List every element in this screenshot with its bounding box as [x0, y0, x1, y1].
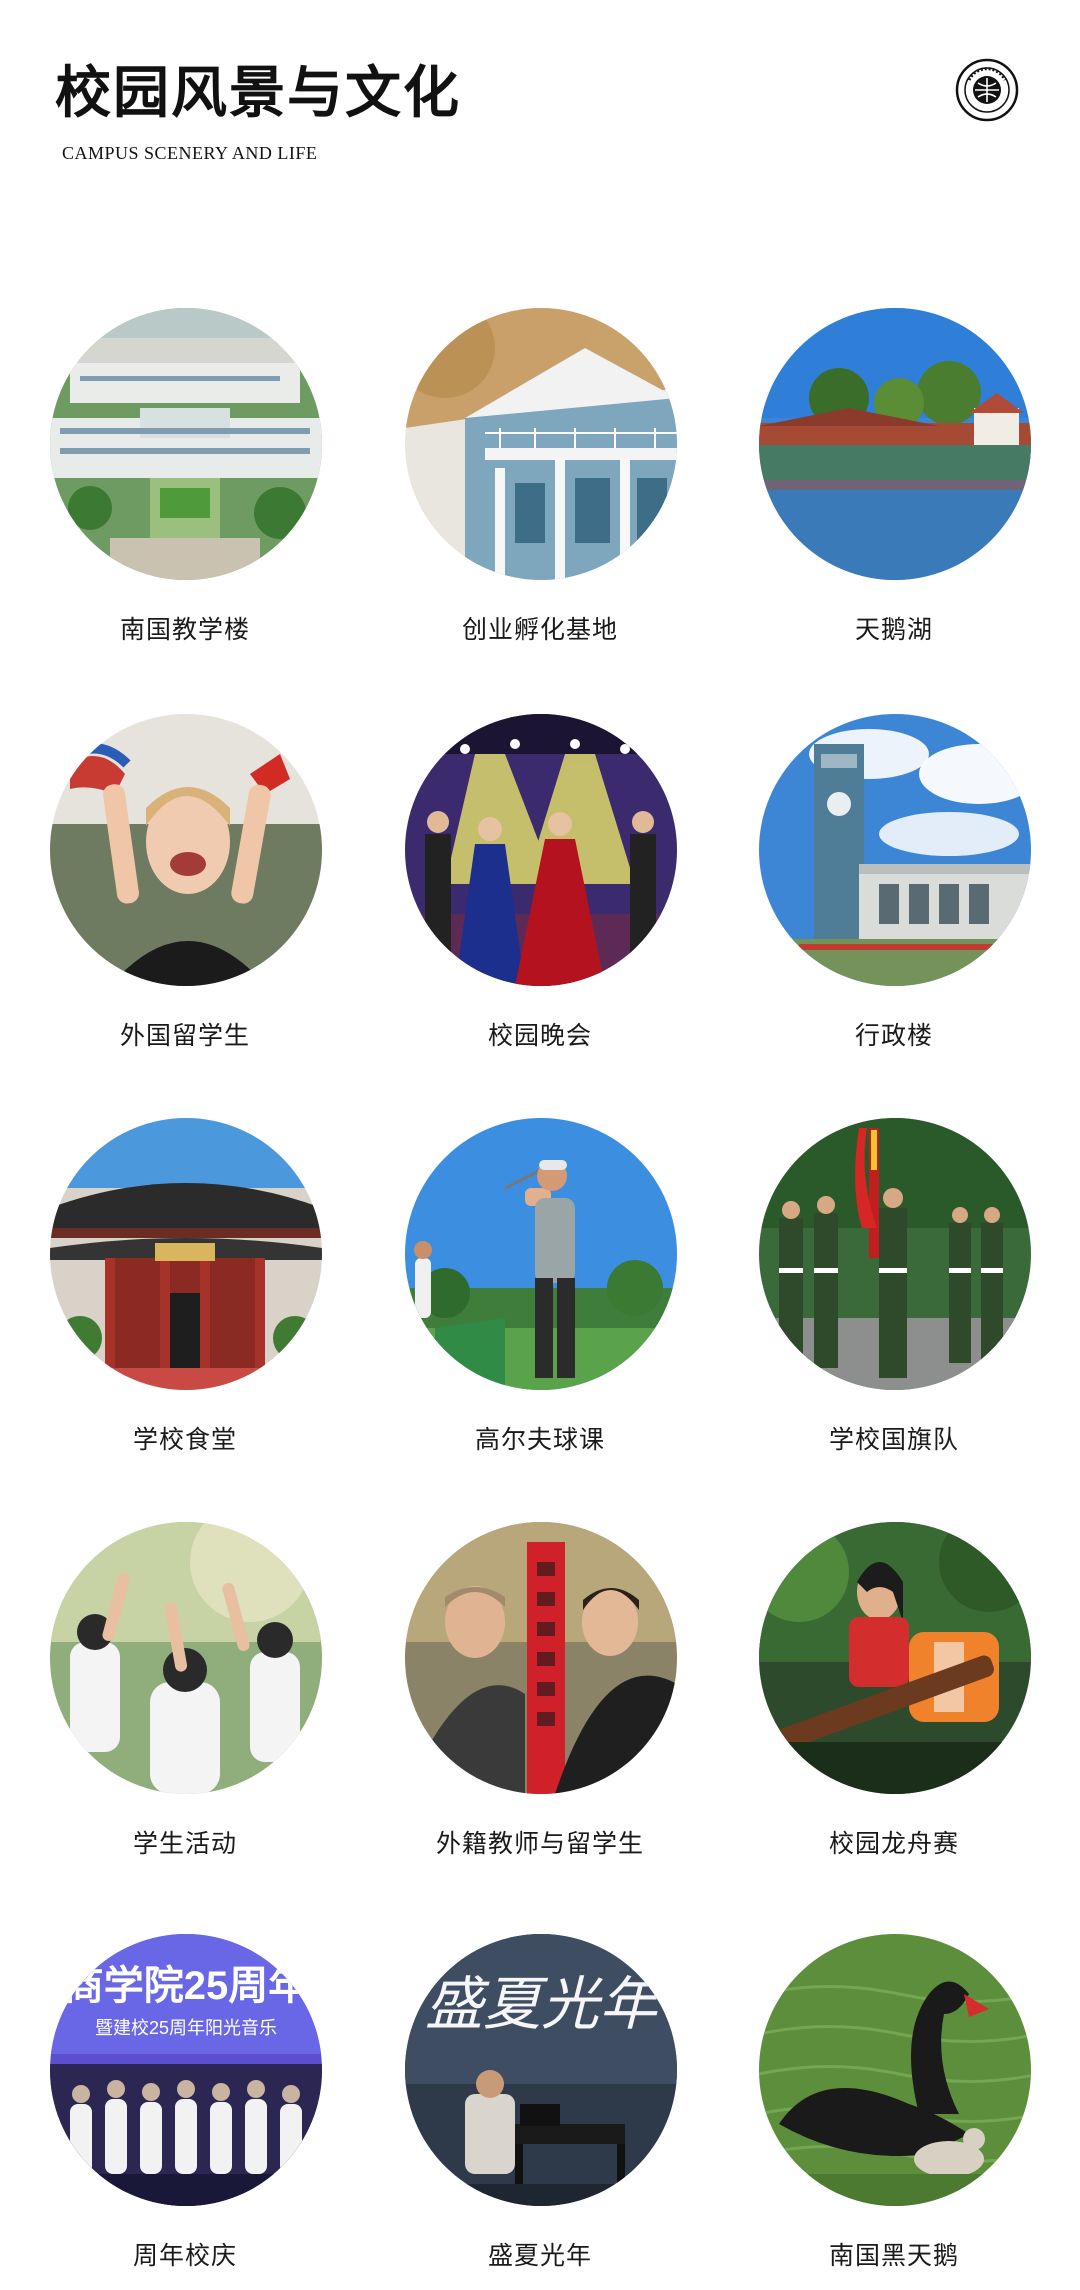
- photo-golf-class: [405, 1118, 677, 1390]
- summer-script-text: 盛夏光年: [425, 1970, 663, 2038]
- gallery-label: 校园龙舟赛: [828, 1829, 959, 1858]
- photo-incubation-base: [405, 308, 677, 580]
- photo-swan-lake: [759, 308, 1031, 580]
- photo-canteen: [50, 1118, 322, 1390]
- gallery-label: 高尔夫球课: [474, 1425, 605, 1454]
- photo-black-swan: [759, 1934, 1031, 2206]
- gallery-label: 盛夏光年: [487, 2241, 592, 2270]
- photo-foreign-teachers: [405, 1522, 677, 1794]
- gallery-label: 外籍教师与留学生: [435, 1829, 644, 1858]
- photo-dragon-boat: [759, 1522, 1031, 1794]
- gallery-label: 南国黑天鹅: [828, 2241, 959, 2270]
- photo-flag-guard: [759, 1118, 1031, 1390]
- photo-campus-gala: [405, 714, 677, 986]
- gallery-label: 校园晚会: [487, 1021, 592, 1050]
- gallery-label: 周年校庆: [132, 2241, 237, 2270]
- anniversary-banner-text: 商学院25周年: [64, 1964, 309, 2008]
- anniversary-banner-subtext: 暨建校25周年阳光音乐: [95, 2018, 277, 2038]
- gallery-label: 天鹅湖: [854, 615, 933, 644]
- gallery-label: 创业孵化基地: [461, 615, 618, 644]
- gallery-label: 学校食堂: [132, 1425, 237, 1454]
- gallery-label: 外国留学生: [119, 1021, 250, 1050]
- gallery-label: 学生活动: [132, 1829, 237, 1858]
- photo-international-students: [50, 714, 322, 986]
- photo-teaching-building: [50, 308, 322, 580]
- gallery-label: 行政楼: [854, 1021, 933, 1050]
- photo-student-activities: [50, 1522, 322, 1794]
- photo-anniversary: 商学院25周年 暨建校25周年阳光音乐: [50, 1934, 322, 2206]
- photo-admin-building: [759, 714, 1031, 986]
- photo-gallery: 南国教学楼 创业孵化基地 天鹅湖 外国留学生 校园晚会 行政楼 学校食堂 高尔夫…: [0, 0, 1080, 2290]
- gallery-label: 南国教学楼: [119, 615, 250, 644]
- gallery-label: 学校国旗队: [828, 1425, 959, 1454]
- photo-summer-concert: 盛夏光年: [405, 1934, 677, 2206]
